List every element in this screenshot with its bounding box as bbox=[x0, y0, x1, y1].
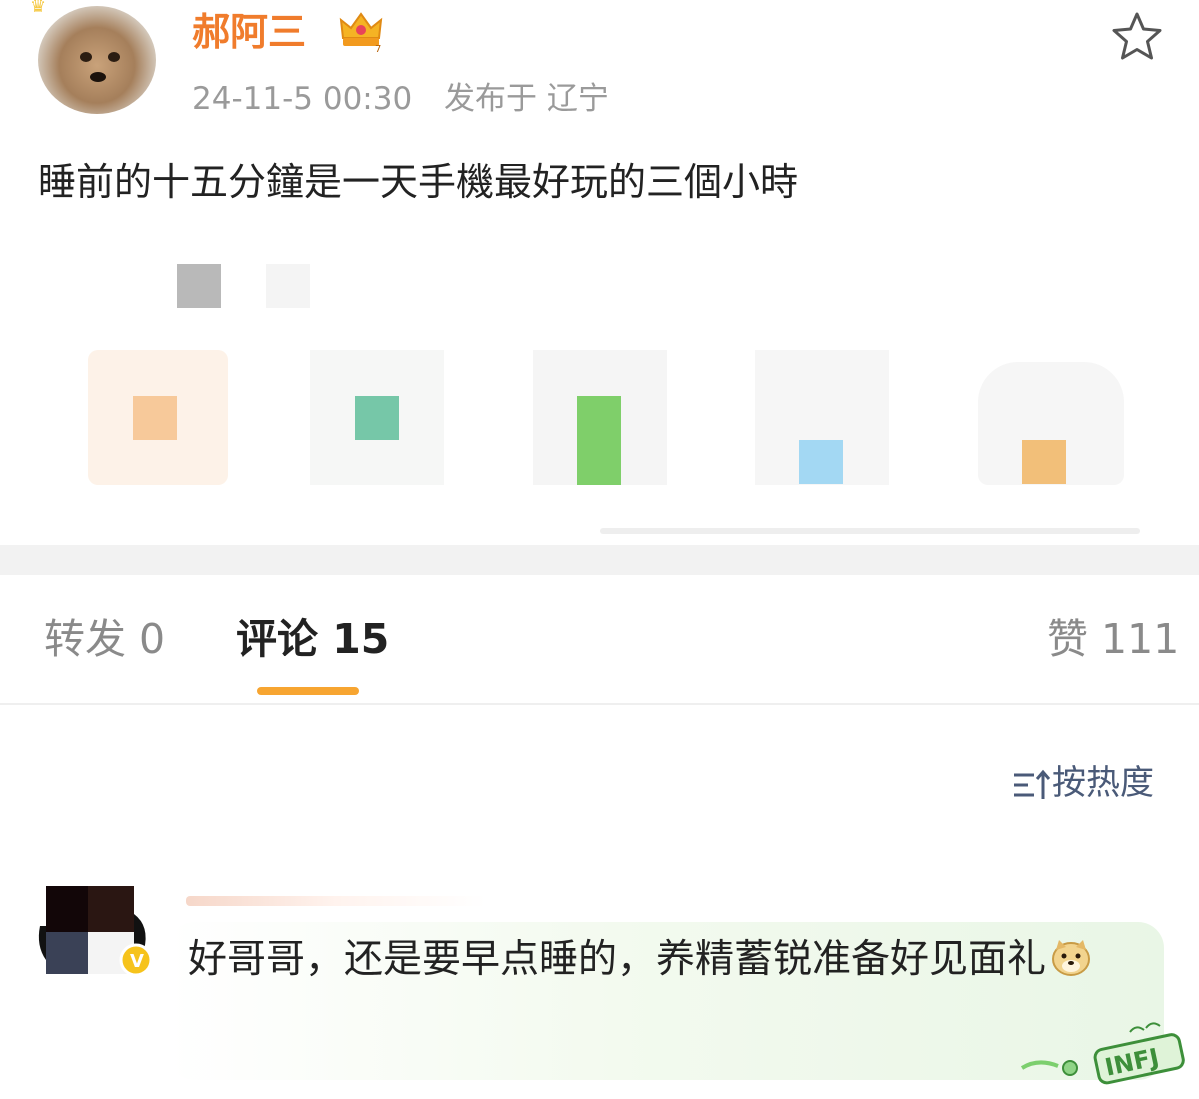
sort-label: 按热度 bbox=[1052, 763, 1154, 803]
tab-likes[interactable]: 赞 111 bbox=[1047, 611, 1179, 667]
active-tab-indicator bbox=[257, 687, 359, 695]
infj-badge-icon: INFJ bbox=[1020, 1022, 1185, 1085]
comment-text: 好哥哥，还是要早点睡的，养精蓄锐准备好见面礼 bbox=[188, 930, 1148, 990]
tab-repost[interactable]: 转发 0 bbox=[44, 611, 165, 667]
post-location: 发布于 辽宁 bbox=[444, 81, 609, 117]
sort-icon bbox=[1014, 769, 1051, 799]
star-icon[interactable] bbox=[1110, 10, 1164, 62]
username[interactable]: 郝阿三 bbox=[192, 6, 306, 58]
commenter-avatar[interactable]: V bbox=[36, 886, 150, 978]
avatar-crown-icon: ♛ bbox=[30, 0, 47, 17]
svg-text:V: V bbox=[130, 951, 144, 972]
sort-toggle[interactable]: 按热度 bbox=[1012, 760, 1154, 806]
interaction-tabs: 转发 0 评论 15 赞 111 bbox=[0, 575, 1199, 705]
doge-emoji-icon bbox=[1052, 940, 1091, 976]
section-divider bbox=[0, 545, 1199, 575]
tab-comments[interactable]: 评论 15 bbox=[236, 611, 389, 667]
user-avatar[interactable] bbox=[38, 6, 156, 114]
svg-text:7: 7 bbox=[375, 44, 381, 54]
crown-badge-icon[interactable]: 7 bbox=[337, 8, 385, 54]
post-text: 睡前的十五分鐘是一天手機最好玩的三個小時 bbox=[38, 160, 799, 204]
post-meta: 24-11-5 00:30 发布于 辽宁 bbox=[192, 78, 631, 120]
commenter-name-blurred[interactable] bbox=[186, 896, 486, 906]
blurred-media[interactable] bbox=[40, 250, 1170, 540]
post-card: ♛ 郝阿三 7 24-11-5 00:30 发布于 辽宁 睡前的十五分鐘是一天手… bbox=[0, 0, 1199, 545]
post-timestamp: 24-11-5 00:30 bbox=[192, 81, 413, 117]
